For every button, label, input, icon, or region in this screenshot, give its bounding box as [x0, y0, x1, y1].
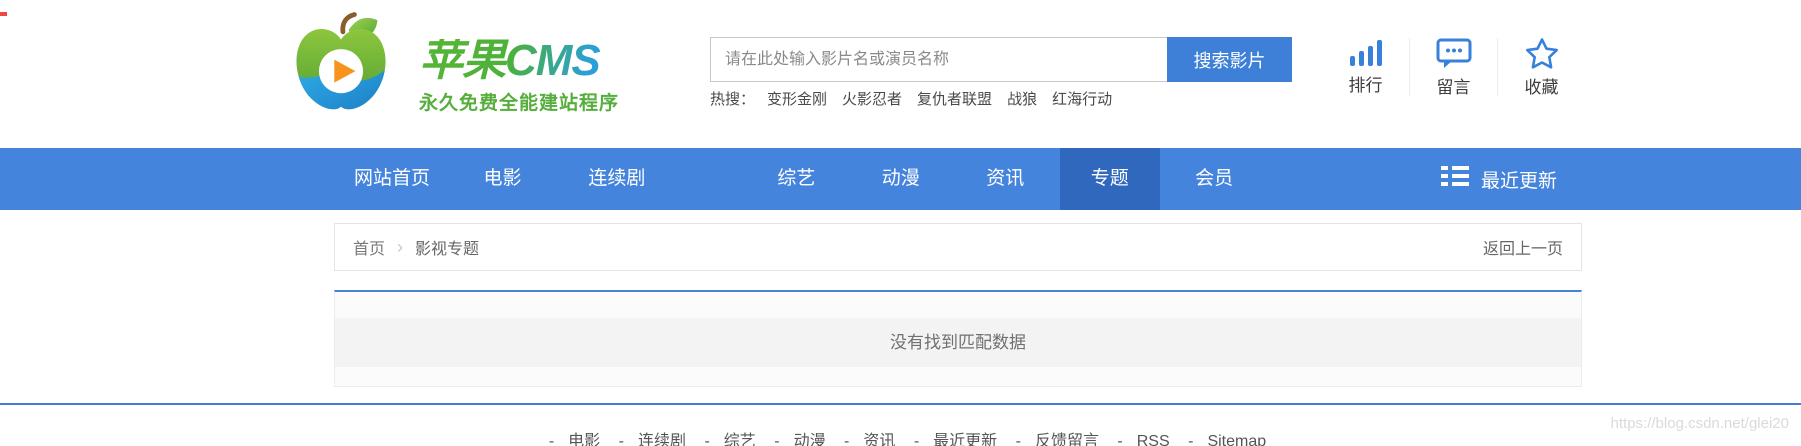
- empty-result-message: 没有找到匹配数据: [335, 318, 1581, 367]
- site-logo[interactable]: 苹果CMS 永久免费全能建站程序: [293, 12, 619, 115]
- hot-search-label: 热搜：: [710, 88, 755, 109]
- hot-search-term[interactable]: 复仇者联盟: [917, 88, 992, 109]
- breadcrumb-trail: 首页 › 影视专题: [353, 235, 479, 259]
- nav-item[interactable]: 电影: [452, 148, 552, 210]
- footer-link[interactable]: 最近更新: [933, 433, 997, 446]
- breadcrumb: 首页 › 影视专题 返回上一页: [334, 223, 1582, 271]
- footer-link-item: - 最近更新: [900, 433, 997, 446]
- nav-item[interactable]: 资讯: [955, 148, 1055, 210]
- recent-updates-link[interactable]: 最近更新: [1441, 148, 1557, 210]
- footer-link-item: - 电影: [535, 433, 600, 446]
- header-quick-links: 排行 留言: [1322, 38, 1585, 96]
- logo-title: 苹果CMS: [419, 39, 619, 83]
- footer-link[interactable]: Sitemap: [1207, 433, 1266, 446]
- list-icon: [1441, 165, 1481, 193]
- footer-links: - 电影 - 连续剧 - 综艺 - 动漫 - 资讯 - 最近更新 - 反馈留言 - RSS - S…: [0, 427, 1801, 446]
- footer-link[interactable]: 连续剧: [638, 433, 686, 446]
- red-marker-artifact: [0, 12, 7, 16]
- quick-link-ranking[interactable]: 排行: [1322, 38, 1409, 96]
- hot-search-term[interactable]: 变形金刚: [767, 88, 827, 109]
- nav-item[interactable]: 专题: [1060, 148, 1160, 210]
- nav-list: 网站首页 电影 连续剧 综艺 动漫 资讯 专题 会员: [334, 148, 1264, 210]
- footer-separator: -: [914, 433, 919, 446]
- bar-chart-icon: [1349, 38, 1383, 67]
- watermark-text: https://blog.csdn.net/glei20: [1611, 415, 1789, 432]
- footer-link-item: - 综艺: [690, 433, 755, 446]
- footer-link[interactable]: 动漫: [794, 433, 826, 446]
- search-box: 搜索影片: [710, 37, 1292, 82]
- footer-separator: -: [774, 433, 779, 446]
- footer-separator: -: [1188, 433, 1193, 446]
- page: 苹果CMS 永久免费全能建站程序 搜索影片 热搜： 变形金刚 火影忍者 复仇者联…: [0, 0, 1801, 446]
- hot-search-term[interactable]: 战狼: [1007, 88, 1037, 109]
- quick-link-label: 排行: [1349, 71, 1383, 96]
- search-button[interactable]: 搜索影片: [1167, 37, 1292, 82]
- apple-play-logo-icon: [293, 12, 389, 114]
- footer-separator: -: [1016, 433, 1021, 446]
- hot-search-term[interactable]: 火影忍者: [842, 88, 902, 109]
- footer-link-item: - 反馈留言: [1002, 433, 1099, 446]
- hot-search-terms: 变形金刚 火影忍者 复仇者联盟 战狼 红海行动: [767, 88, 1127, 109]
- nav-item[interactable]: 连续剧: [567, 148, 667, 210]
- footer-separator: -: [619, 433, 624, 446]
- footer-link[interactable]: 反馈留言: [1035, 433, 1099, 446]
- footer-link-item: - 动漫: [760, 433, 825, 446]
- breadcrumb-current: 影视专题: [415, 235, 479, 259]
- main-nav: 网站首页 电影 连续剧 综艺 动漫 资讯 专题 会员: [0, 148, 1801, 210]
- footer-link[interactable]: RSS: [1137, 433, 1170, 446]
- footer-separator: -: [549, 433, 554, 446]
- comment-icon: [1436, 38, 1472, 69]
- footer-separator: -: [704, 433, 709, 446]
- star-icon: [1525, 38, 1559, 69]
- footer-link[interactable]: 电影: [568, 433, 600, 446]
- logo-subtitle: 永久免费全能建站程序: [419, 88, 619, 115]
- nav-item[interactable]: 网站首页: [342, 148, 442, 210]
- recent-updates-label: 最近更新: [1481, 166, 1557, 193]
- quick-link-label: 留言: [1437, 73, 1471, 98]
- back-link[interactable]: 返回上一页: [1483, 235, 1563, 259]
- site-footer: - 电影 - 连续剧 - 综艺 - 动漫 - 资讯 - 最近更新 - 反馈留言 - RSS - S…: [0, 403, 1801, 446]
- footer-link-item: - 连续剧: [605, 433, 686, 446]
- nav-item[interactable]: 综艺: [746, 148, 846, 210]
- search-input[interactable]: [710, 37, 1167, 82]
- footer-link-item: - 资讯: [830, 433, 895, 446]
- chevron-right-icon: ›: [397, 237, 403, 258]
- hot-search-term[interactable]: 红海行动: [1052, 88, 1112, 109]
- footer-separator: -: [1117, 433, 1122, 446]
- quick-link-messages[interactable]: 留言: [1409, 38, 1497, 96]
- content-panel: 没有找到匹配数据: [334, 290, 1582, 387]
- site-header: 苹果CMS 永久免费全能建站程序 搜索影片 热搜： 变形金刚 火影忍者 复仇者联…: [0, 0, 1801, 148]
- nav-item[interactable]: 动漫: [851, 148, 951, 210]
- hot-search-row: 热搜： 变形金刚 火影忍者 复仇者联盟 战狼 红海行动: [710, 88, 1127, 109]
- footer-link-item: - RSS: [1103, 433, 1169, 446]
- quick-link-label: 收藏: [1525, 73, 1559, 98]
- logo-text: 苹果CMS 永久免费全能建站程序: [419, 12, 619, 115]
- footer-link-item: - Sitemap: [1174, 433, 1266, 446]
- footer-link[interactable]: 资讯: [863, 433, 895, 446]
- footer-separator: -: [844, 433, 849, 446]
- nav-item[interactable]: 会员: [1164, 148, 1264, 210]
- quick-link-favorites[interactable]: 收藏: [1497, 38, 1585, 96]
- footer-link[interactable]: 综艺: [724, 433, 756, 446]
- breadcrumb-home-link[interactable]: 首页: [353, 235, 385, 259]
